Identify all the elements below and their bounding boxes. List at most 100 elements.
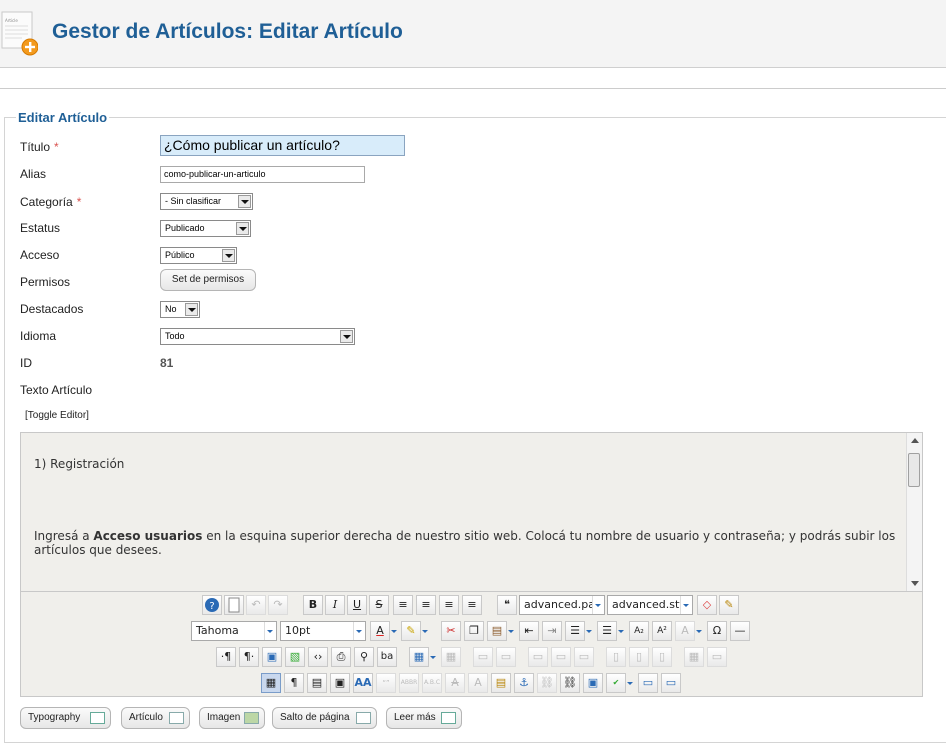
format-select[interactable]: advanced.para bbox=[519, 595, 605, 615]
html-source-icon[interactable]: ‹› bbox=[308, 647, 328, 667]
article-button[interactable]: Artículo bbox=[121, 707, 190, 729]
align-center-icon[interactable]: ≡ bbox=[416, 595, 436, 615]
delete-row-icon[interactable]: ▭ bbox=[574, 647, 594, 667]
typography-button[interactable]: Typography bbox=[20, 707, 111, 729]
horizontal-rule-icon[interactable]: — bbox=[730, 621, 750, 641]
template-icon[interactable]: ▤ bbox=[307, 673, 327, 693]
featured-select[interactable]: No bbox=[160, 301, 200, 318]
indent-icon[interactable]: ⇥ bbox=[542, 621, 562, 641]
page-break-icon[interactable]: ▭ bbox=[638, 673, 658, 693]
styles-icon[interactable]: AA bbox=[353, 673, 373, 693]
strikethrough-button[interactable]: S bbox=[369, 595, 389, 615]
undo-icon[interactable]: ↶ bbox=[246, 595, 266, 615]
category-select[interactable]: - Sin clasificar bbox=[160, 193, 253, 210]
deletion-icon[interactable]: A bbox=[445, 673, 465, 693]
paste-icon[interactable]: ▤ bbox=[487, 621, 507, 641]
title-input[interactable]: ¿Cómo publicar un artículo? bbox=[160, 135, 405, 156]
required-mark: * bbox=[54, 140, 59, 154]
toggle-editor-link[interactable]: [Toggle Editor] bbox=[25, 410, 89, 421]
special-char-button[interactable]: Ω bbox=[707, 621, 727, 641]
italic-button[interactable]: I bbox=[325, 595, 345, 615]
featured-label: Destacados bbox=[20, 302, 84, 316]
align-right-icon[interactable]: ≡ bbox=[462, 595, 482, 615]
image-icon[interactable]: ▣ bbox=[583, 673, 603, 693]
numbered-list-icon[interactable]: ☰ bbox=[565, 621, 585, 641]
preview-icon[interactable]: ▧ bbox=[285, 647, 305, 667]
new-document-icon[interactable] bbox=[224, 595, 244, 615]
split-cells-icon[interactable]: ▦ bbox=[684, 647, 704, 667]
delete-layer-icon[interactable]: ▦ bbox=[441, 647, 461, 667]
show-blocks-button[interactable]: ¶ bbox=[284, 673, 304, 693]
insertion-icon[interactable]: A bbox=[468, 673, 488, 693]
insert-col-before-icon[interactable]: ▯ bbox=[606, 647, 626, 667]
table-cell-props-icon[interactable]: ▭ bbox=[496, 647, 516, 667]
highlight-color-icon[interactable]: ✎ bbox=[401, 621, 421, 641]
subscript-button[interactable]: A₂ bbox=[629, 621, 649, 641]
search-icon[interactable]: ⚲ bbox=[354, 647, 374, 667]
justify-full-icon[interactable]: ≡ bbox=[393, 595, 413, 615]
direction-icon[interactable]: A bbox=[675, 621, 695, 641]
read-more-button[interactable]: Leer más bbox=[386, 707, 462, 729]
redo-icon[interactable]: ↷ bbox=[268, 595, 288, 615]
unlink-icon[interactable]: ⛓ bbox=[537, 673, 557, 693]
insert-col-after-icon[interactable]: ▯ bbox=[629, 647, 649, 667]
style-select[interactable]: advanced.style bbox=[607, 595, 693, 615]
link-icon[interactable]: ⛓ bbox=[560, 673, 580, 693]
alias-input[interactable]: como-publicar-un-articulo bbox=[160, 166, 365, 183]
text-color-icon[interactable]: A bbox=[370, 621, 390, 641]
help-icon[interactable]: ? bbox=[202, 595, 222, 615]
spellcheck-dropdown[interactable] bbox=[626, 673, 635, 693]
scroll-up-icon[interactable] bbox=[911, 438, 919, 443]
delete-col-icon[interactable]: ▯ bbox=[652, 647, 672, 667]
eraser-icon[interactable]: ◇ bbox=[697, 595, 717, 615]
read-more-icon[interactable]: ▭ bbox=[661, 673, 681, 693]
insert-date-icon[interactable]: ▣ bbox=[330, 673, 350, 693]
insert-row-after-icon[interactable]: ▭ bbox=[551, 647, 571, 667]
permissions-button[interactable]: Set de permisos bbox=[160, 269, 256, 291]
replace-icon[interactable]: ba bbox=[377, 647, 397, 667]
article-text-editor[interactable]: 1) Registración Ingresá a Acceso usuario… bbox=[20, 432, 923, 592]
blockquote-icon[interactable]: ❝ bbox=[497, 595, 517, 615]
cite-icon[interactable]: “” bbox=[376, 673, 396, 693]
text-color-dropdown[interactable] bbox=[390, 621, 399, 641]
bold-button[interactable]: B bbox=[303, 595, 323, 615]
layer-dropdown[interactable] bbox=[429, 647, 438, 667]
highlight-color-dropdown[interactable] bbox=[421, 621, 430, 641]
numbered-list-dropdown[interactable] bbox=[585, 621, 594, 641]
rtl-icon[interactable]: ¶· bbox=[239, 647, 259, 667]
anchor-icon[interactable]: ⚓ bbox=[514, 673, 534, 693]
editor-scrollbar[interactable] bbox=[906, 433, 922, 591]
scroll-thumb[interactable] bbox=[908, 453, 920, 487]
font-family-select[interactable]: Tahoma bbox=[191, 621, 277, 641]
copy-icon[interactable]: ❐ bbox=[464, 621, 484, 641]
paste-dropdown[interactable] bbox=[507, 621, 516, 641]
bullet-list-dropdown[interactable] bbox=[617, 621, 626, 641]
bullet-list-icon[interactable]: ☰ bbox=[597, 621, 617, 641]
print-icon[interactable]: ⎙ bbox=[331, 647, 351, 667]
scroll-down-icon[interactable] bbox=[911, 581, 919, 586]
visual-aid-icon[interactable]: ▦ bbox=[261, 673, 281, 693]
underline-button[interactable]: U bbox=[347, 595, 367, 615]
insert-row-before-icon[interactable]: ▭ bbox=[528, 647, 548, 667]
merge-cells-icon[interactable]: ▭ bbox=[707, 647, 727, 667]
abbreviation-icon[interactable]: ABBR bbox=[399, 673, 419, 693]
acronym-icon[interactable]: A.B.C bbox=[422, 673, 442, 693]
attributes-icon[interactable]: ▤ bbox=[491, 673, 511, 693]
fullscreen-icon[interactable]: ▣ bbox=[262, 647, 282, 667]
superscript-button[interactable]: A² bbox=[652, 621, 672, 641]
insert-layer-icon[interactable]: ▦ bbox=[409, 647, 429, 667]
image-button[interactable]: Imagen bbox=[199, 707, 265, 729]
font-size-select[interactable]: 10pt bbox=[280, 621, 366, 641]
ltr-icon[interactable]: ·¶ bbox=[216, 647, 236, 667]
outdent-icon[interactable]: ⇤ bbox=[519, 621, 539, 641]
language-select[interactable]: Todo bbox=[160, 328, 355, 345]
access-select[interactable]: Público bbox=[160, 247, 237, 264]
spellcheck-icon[interactable]: ✔ bbox=[606, 673, 626, 693]
table-row-props-icon[interactable]: ▭ bbox=[473, 647, 493, 667]
page-break-button[interactable]: Salto de página bbox=[272, 707, 377, 729]
cleanup-brush-icon[interactable]: ✎ bbox=[719, 595, 739, 615]
direction-dropdown[interactable] bbox=[695, 621, 704, 641]
status-select[interactable]: Publicado bbox=[160, 220, 251, 237]
cut-icon[interactable]: ✂ bbox=[441, 621, 461, 641]
align-left-icon[interactable]: ≡ bbox=[439, 595, 459, 615]
